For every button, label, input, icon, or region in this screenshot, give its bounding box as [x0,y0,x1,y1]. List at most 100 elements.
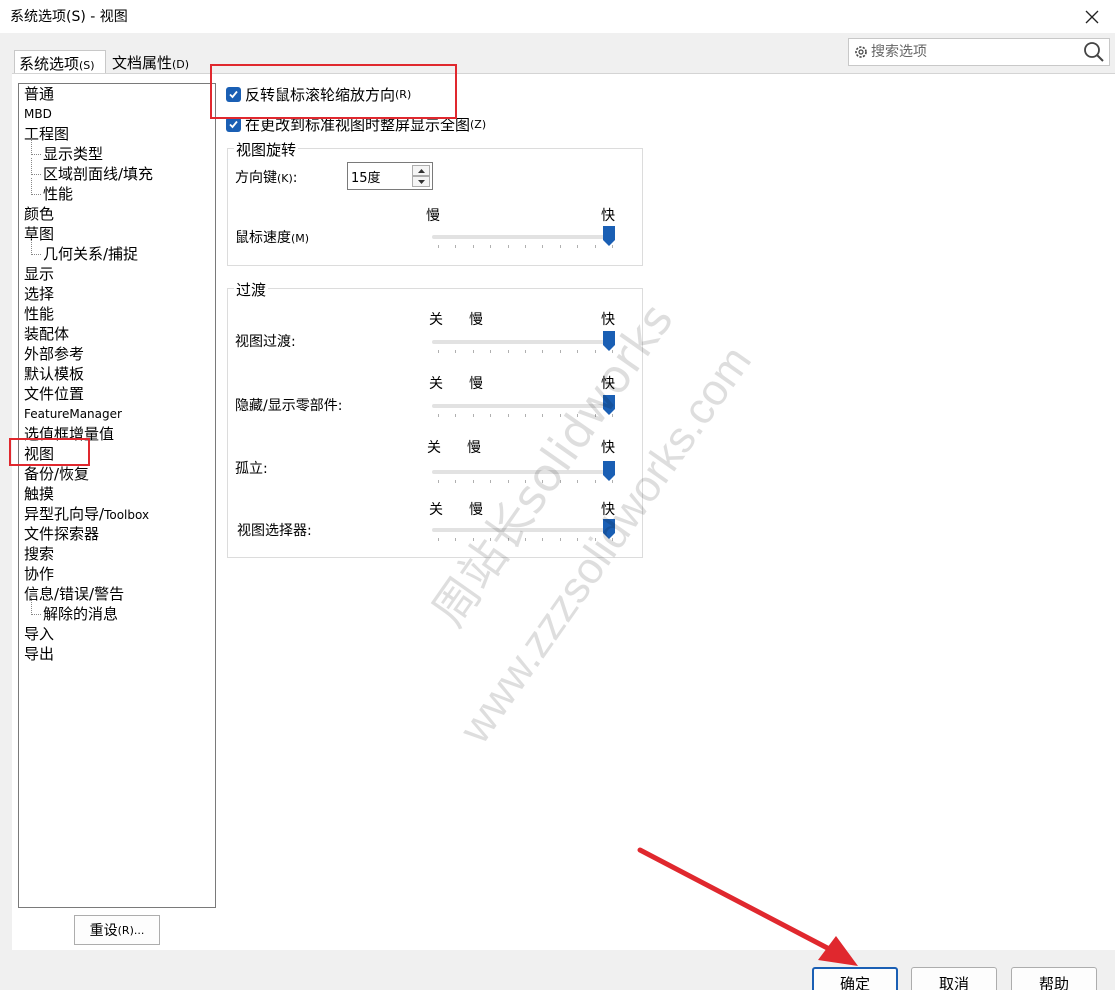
tree-item[interactable]: 解除的消息 [30,598,118,624]
hide-show-label: 隐藏/显示零部件: [235,398,343,414]
arrow-keys-label: 方向键(K): [235,170,298,186]
cancel-button[interactable]: 取消 [911,967,997,990]
slider-tick [438,245,439,248]
annotation-highlight-box [9,438,90,466]
spin-down-button[interactable] [412,176,430,187]
slider-track [432,235,612,239]
slider-tick [438,414,439,417]
tree-item[interactable]: 选择 [24,284,54,304]
tab-accel: (D) [172,58,190,71]
slider-tick [438,350,439,353]
annotation-highlight-box [210,64,457,119]
slider-tick [559,245,561,248]
slider-tick [455,245,457,248]
view-transition-label: 视图过渡: [235,334,296,350]
slider-tick [542,538,544,541]
title-bar: 系统选项(S) - 视图 [0,0,1115,33]
tree-item[interactable]: 外部参考 [24,344,84,364]
slider-tick [525,350,526,353]
slider-tick [472,245,474,248]
options-tree[interactable]: 普通 MBD 工程图 显示类型 区域剖面线/填充 性能 颜色 草图 几何关系/捕… [18,83,216,908]
reset-label: 重设 [89,923,118,939]
tree-item[interactable]: 触摸 [24,484,54,504]
tree-item[interactable]: 导出 [24,644,54,664]
slider-tick [525,245,526,248]
off-label: 关 [429,312,443,328]
tree-item[interactable]: 搜索 [24,544,54,564]
slider-ticks [432,245,613,249]
spin-up-button[interactable] [412,165,430,176]
tree-item[interactable]: 备份/恢复 [24,464,89,484]
slider-tick [507,245,509,248]
tab-label: 系统选项 [19,55,80,73]
tree-item[interactable]: 默认模板 [24,364,84,384]
search-input[interactable] [871,42,1071,62]
slider-tick [507,350,509,353]
gear-icon [855,46,867,58]
tab-document-properties[interactable]: 文档属性(D) [108,50,198,74]
slider-thumb[interactable] [602,225,616,247]
slider-tick [594,480,596,483]
isolate-label: 孤立: [235,461,268,477]
close-button[interactable] [1069,0,1115,33]
checkbox-checked-icon [226,117,241,132]
tree-item[interactable]: FeatureManager [24,404,122,424]
close-icon [1085,10,1099,23]
group-title: 过渡 [234,279,269,300]
zoom-to-fit-accel: (Z) [470,118,487,131]
tree-item[interactable]: 装配体 [24,324,69,344]
tree-item[interactable]: 性能 [30,178,73,204]
slider-tick [507,414,509,417]
tree-item[interactable]: 显示类型 [30,138,103,164]
slider-tick [455,480,457,483]
slider-tick [559,350,561,353]
slider-tick [490,480,492,483]
triangle-down-icon [417,179,425,184]
annotation-arrow-icon [637,847,858,966]
tree-item[interactable]: 异型孔向导/Toolbox [24,504,149,525]
group-title: 视图旋转 [234,139,299,160]
slider-tick [455,414,457,417]
tree-item[interactable]: 协作 [24,564,54,584]
tab-label: 文档属性 [112,54,173,72]
off-label: 关 [429,376,443,392]
help-button[interactable]: 帮助 [1011,967,1097,990]
mouse-speed-slider[interactable] [432,226,617,261]
tab-system-options[interactable]: 系统选项(S) [14,50,106,75]
tree-item-label: 异型孔向导/ [24,505,105,523]
off-label: 关 [427,440,441,456]
slider-tick [577,350,579,353]
slider-tick [559,538,561,541]
tree-item[interactable]: 性能 [24,304,54,324]
slider-tick [490,245,492,248]
slider-tick [594,245,596,248]
slider-tick [490,414,492,417]
slider-thumb[interactable] [602,460,616,482]
slider-tick [542,350,544,353]
slow-label: 慢 [469,376,483,392]
view-selector-label: 视图选择器: [237,523,312,539]
tree-item[interactable]: 颜色 [24,204,54,224]
tree-item[interactable]: 区域剖面线/填充 [30,158,153,184]
slider-tick [472,350,474,353]
tree-item[interactable]: 文件位置 [24,384,84,404]
slider-tick [438,480,439,483]
tree-item[interactable]: 几何关系/捕捉 [30,238,138,264]
slider-tick [525,414,526,417]
tree-item[interactable]: MBD [24,104,52,124]
tree-item[interactable]: 显示 [24,264,54,284]
slider-track [432,340,612,344]
tree-item[interactable]: 普通 [24,84,54,104]
slider-tick [472,414,474,417]
mouse-speed-label: 鼠标速度(M) [235,230,310,246]
slow-label: 慢 [469,312,483,328]
search-icon[interactable] [1083,41,1105,63]
tree-item[interactable]: 文件探索器 [24,524,99,544]
fast-label: 快 [601,208,615,224]
reset-button[interactable]: 重设 (R)... [74,915,160,945]
arrow-keys-spinbox[interactable]: 15度 [347,162,433,190]
tab-accel: (S) [79,59,95,72]
slider-tick [490,350,492,353]
triangle-up-icon [417,168,425,173]
tree-item[interactable]: 导入 [24,624,54,644]
